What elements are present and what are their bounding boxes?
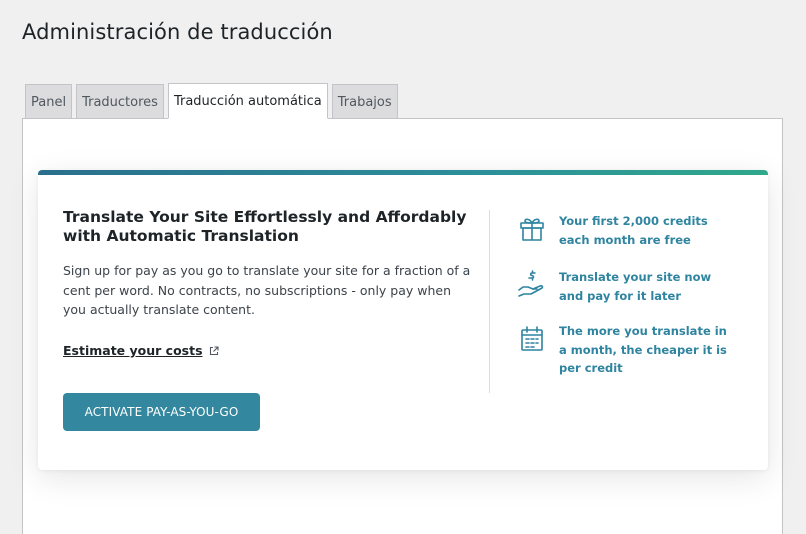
card-heading: Translate Your Site Effortlessly and Aff…	[63, 208, 467, 245]
tab-bar: Panel Traductores Traducción automática …	[25, 83, 402, 119]
card-description: Sign up for pay as you go to translate y…	[63, 263, 471, 317]
card-divider	[489, 210, 490, 393]
page-title: Administración de traducción	[22, 20, 333, 44]
estimate-costs-label: Estimate your costs	[63, 343, 203, 358]
external-link-icon	[209, 345, 219, 355]
card-intro: Translate Your Site Effortlessly and Aff…	[63, 208, 473, 320]
feature-text: Your first 2,000 credits each month are …	[559, 214, 708, 247]
feature-item-free-credits: Your first 2,000 credits each month are …	[516, 212, 729, 249]
page: Administración de traducción Panel Tradu…	[0, 0, 806, 534]
feature-text: The more you translate in a month, the c…	[559, 324, 727, 375]
feature-item-pay-later: Translate your site now and pay for it l…	[516, 268, 729, 305]
tab-automatic-translation[interactable]: Traducción automática	[167, 83, 328, 119]
feature-item-volume-discount: The more you translate in a month, the c…	[516, 322, 729, 378]
estimate-costs-link[interactable]: Estimate your costs	[63, 343, 219, 358]
feature-text: Translate your site now and pay for it l…	[559, 270, 712, 303]
dollar-hand-icon	[518, 270, 544, 297]
gift-icon	[520, 218, 544, 241]
automatic-translation-card: Translate Your Site Effortlessly and Aff…	[38, 170, 768, 470]
card-accent-bar	[38, 170, 768, 175]
calendar-icon	[521, 326, 543, 351]
tab-jobs[interactable]: Trabajos	[331, 84, 398, 119]
tab-panel[interactable]: Panel	[25, 84, 73, 119]
activate-pay-as-you-go-button[interactable]: ACTIVATE PAY-AS-YOU-GO	[63, 393, 260, 431]
tab-translators[interactable]: Traductores	[76, 84, 164, 119]
